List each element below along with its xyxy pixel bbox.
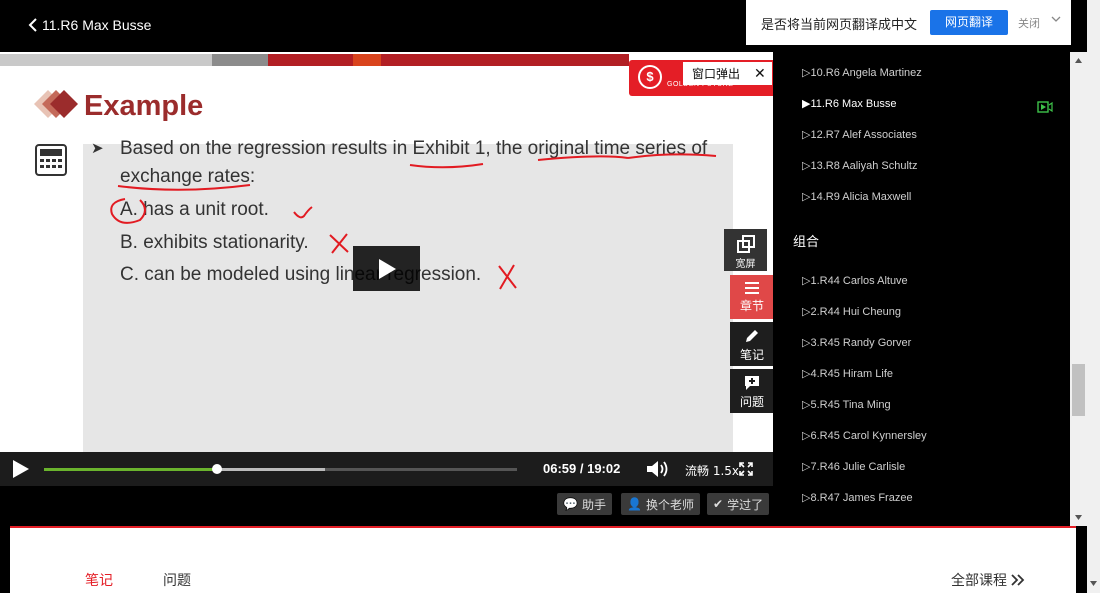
scroll-down-icon[interactable] — [1074, 513, 1083, 522]
now-playing-icon — [1037, 101, 1053, 113]
sidebar-item[interactable]: ▷10.R6 Angela Martinez — [802, 66, 922, 79]
chevron-left-icon — [28, 18, 37, 32]
bottom-area: 笔记 问题 全部课程 — [0, 526, 1087, 593]
action-bar: 💬 助手 👤 换个老师 ✔ 学过了 — [0, 486, 773, 526]
all-courses-link[interactable]: 全部课程 — [951, 570, 1025, 590]
volume-icon[interactable] — [646, 460, 670, 478]
bottom-panel: 笔记 问题 全部课程 — [10, 526, 1076, 593]
all-courses-label: 全部课程 — [951, 573, 1007, 589]
sidebar-item[interactable]: ▷3.R45 Randy Gorver — [802, 336, 911, 349]
learned-button[interactable]: ✔ 学过了 — [707, 493, 770, 515]
double-chevron-right-icon — [1011, 574, 1025, 586]
app-root: 11.R6 Max Busse 是否将当前网页翻译成中文 网页翻译 关闭 Exa… — [0, 0, 1100, 593]
back-button[interactable]: 11.R6 Max Busse — [28, 17, 151, 33]
sidebar-item[interactable]: ▷4.R45 Hiram Life — [802, 367, 893, 380]
sidebar-item[interactable]: ▷1.R44 Carlos Altuve — [802, 274, 908, 287]
translate-popup: 是否将当前网页翻译成中文 网页翻译 关闭 — [746, 0, 1071, 45]
questions-button[interactable]: 问题 — [730, 369, 773, 413]
change-teacher-button[interactable]: 👤 换个老师 — [621, 493, 700, 515]
widescreen-button[interactable]: 宽屏 — [724, 229, 767, 271]
time-display: 06:59 / 19:02 — [543, 461, 621, 476]
question-bubble-icon — [745, 376, 759, 390]
lesson-title: 11.R6 Max Busse — [42, 17, 152, 33]
questions-label: 问题 — [739, 395, 764, 409]
chapters-button[interactable]: 章节 — [730, 275, 773, 319]
scroll-down-icon[interactable] — [1089, 579, 1098, 588]
widescreen-label: 宽屏 — [735, 259, 756, 270]
notes-label: 笔记 — [739, 348, 764, 362]
progress-bar[interactable] — [44, 464, 517, 474]
progress-played — [44, 468, 218, 471]
chevron-down-icon[interactable] — [1051, 14, 1061, 24]
translate-question: 是否将当前网页翻译成中文 — [761, 18, 918, 33]
sidebar-item[interactable]: ▷5.R45 Tina Ming — [802, 398, 891, 411]
chapter-sidebar: ▷10.R6 Angela Martinez ▶11.R6 Max Busse … — [773, 52, 1070, 526]
widescreen-icon — [736, 235, 755, 253]
change-teacher-label: 换个老师 — [645, 497, 694, 512]
play-icon[interactable] — [12, 459, 30, 479]
pencil-icon — [746, 330, 758, 342]
sidebar-item[interactable]: ▷6.R45 Carol Kynnersley — [802, 429, 927, 442]
sidebar-item[interactable]: ▷14.R9 Alicia Maxwell — [802, 190, 911, 203]
player-controls: 06:59 / 19:02 流畅 1.5x — [0, 452, 773, 486]
translate-button[interactable]: 网页翻译 — [930, 10, 1008, 35]
big-play-button[interactable] — [353, 246, 420, 291]
scroll-up-icon[interactable] — [1074, 56, 1083, 65]
sidebar-item[interactable]: ▷13.R8 Aaliyah Schultz — [802, 159, 917, 172]
scroll-thumb[interactable] — [1072, 364, 1085, 416]
sidebar-item[interactable]: ▷12.R7 Alef Associates — [802, 128, 917, 141]
sidebar-item-current[interactable]: ▶11.R6 Max Busse — [802, 97, 896, 110]
translate-close-button[interactable]: 关闭 — [1018, 15, 1040, 31]
speed-selector[interactable]: 流畅 1.5x — [685, 462, 739, 479]
learned-label: 学过了 — [727, 497, 764, 512]
progress-handle[interactable] — [212, 464, 223, 474]
sidebar-item[interactable]: ▷2.R44 Hui Cheung — [802, 305, 901, 318]
sidebar-item[interactable]: ▷7.R46 Julie Carlisle — [802, 460, 905, 473]
sidebar-scrollbar[interactable] — [1070, 52, 1087, 526]
tab-questions[interactable]: 问题 — [163, 570, 191, 590]
tab-notes[interactable]: 笔记 — [85, 570, 113, 590]
assistant-button[interactable]: 💬 助手 — [557, 493, 612, 515]
check-icon: ✔ — [713, 497, 724, 511]
video-player[interactable]: Example $ GOLDEN FUTURE 窗口弹出 ✕ ➤ Based o… — [0, 52, 773, 452]
play-icon — [379, 259, 396, 279]
user-icon: 👤 — [627, 497, 642, 511]
sidebar-item[interactable]: ▷8.R47 James Frazee — [802, 491, 913, 504]
assistant-label: 助手 — [581, 497, 606, 512]
page-scrollbar[interactable] — [1087, 0, 1100, 593]
sidebar-group-label: 组合 — [793, 235, 820, 250]
notes-button[interactable]: 笔记 — [730, 322, 773, 366]
fullscreen-icon[interactable] — [739, 462, 753, 476]
chapters-label: 章节 — [739, 299, 764, 313]
menu-icon — [745, 282, 759, 294]
chat-icon: 💬 — [563, 497, 578, 511]
